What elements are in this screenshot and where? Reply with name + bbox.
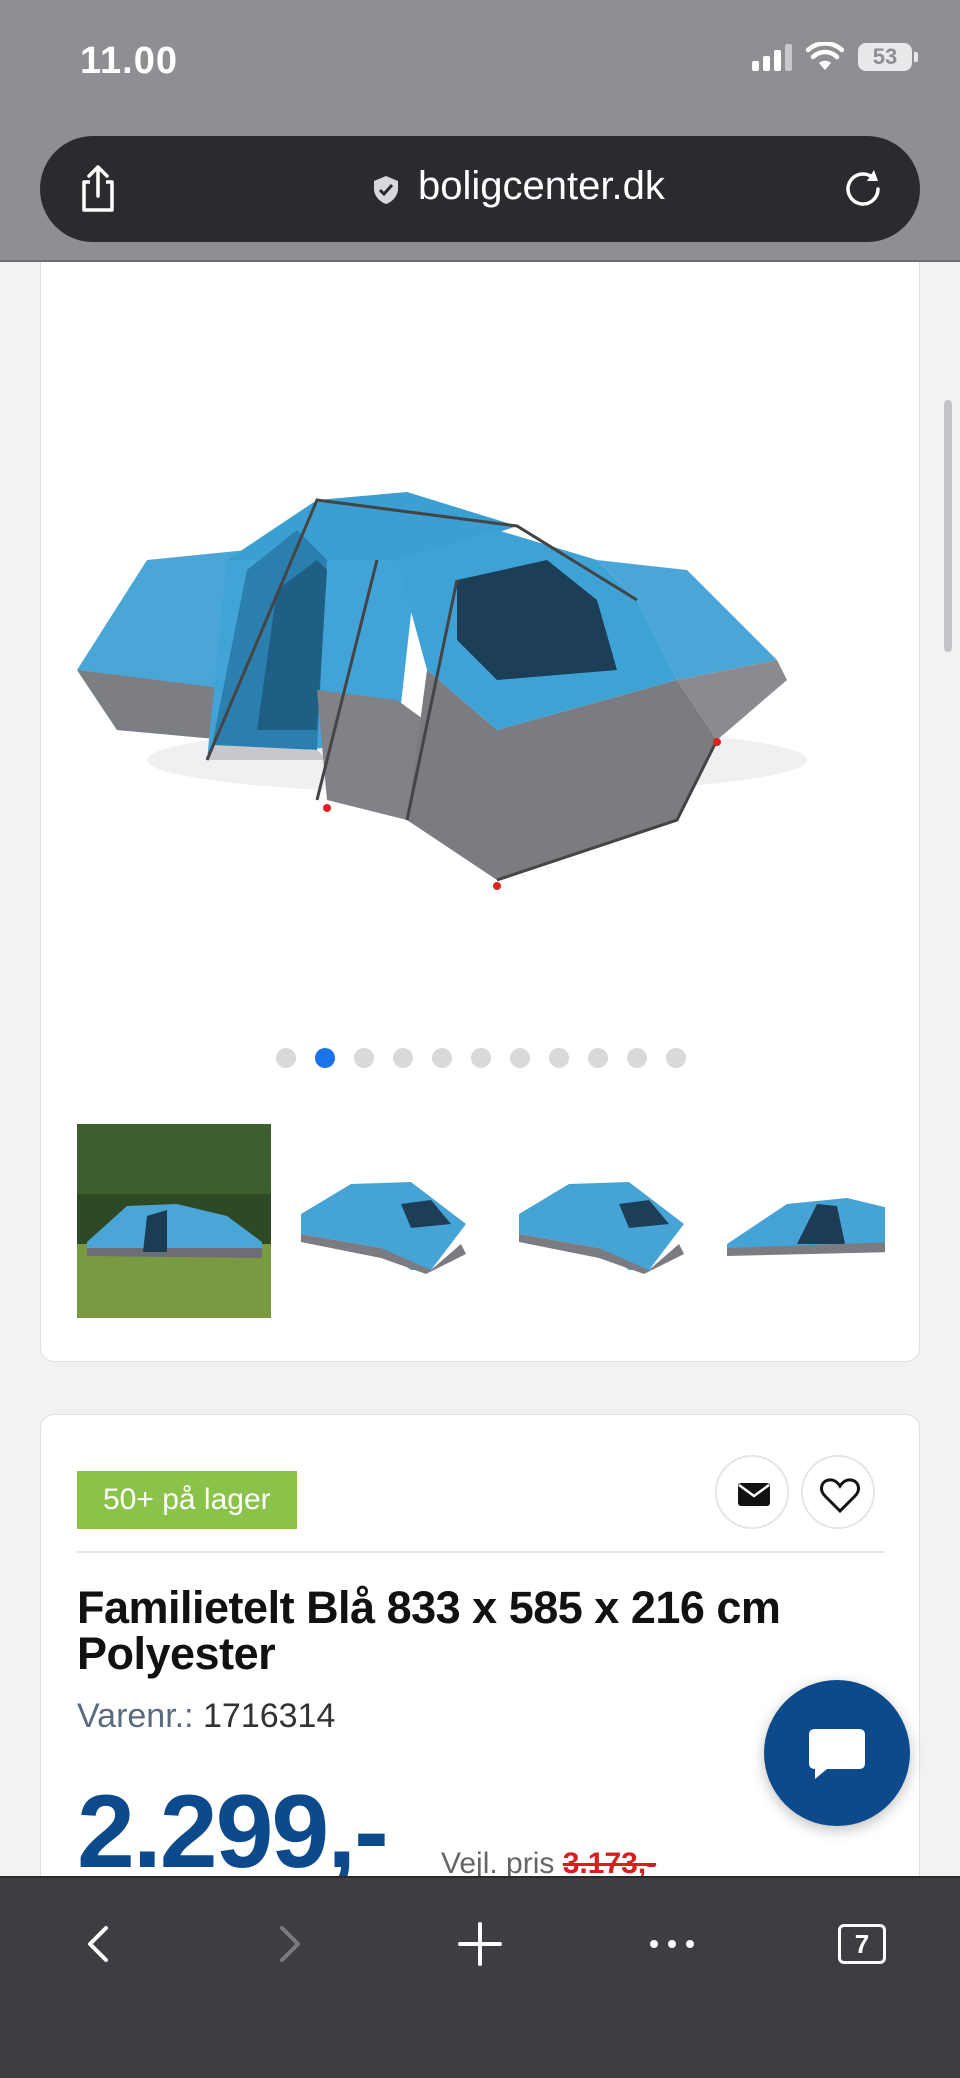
stock-badge: 50+ på lager [77,1471,297,1529]
status-time: 11.00 [80,40,178,82]
wifi-icon [806,42,844,70]
scrollbar[interactable] [944,400,952,652]
thumbnail-strip [77,1124,885,1320]
pagination-dot[interactable] [315,1048,335,1068]
thumbnail-3[interactable] [509,1124,703,1318]
thumbnail-4[interactable] [727,1124,885,1318]
new-tab-button[interactable] [448,1912,512,1976]
forward-button[interactable] [258,1912,322,1976]
mail-icon [738,1483,770,1506]
main-product-image[interactable] [77,260,885,1020]
shield-icon [374,176,398,204]
pagination-dot[interactable] [432,1048,452,1068]
pagination-dot[interactable] [276,1048,296,1068]
more-icon [650,1940,694,1948]
pagination-dot[interactable] [549,1048,569,1068]
url-text[interactable]: boligcenter.dk [418,164,665,209]
wishlist-button[interactable] [801,1455,875,1529]
pagination-dot[interactable] [666,1048,686,1068]
pagination-dot[interactable] [588,1048,608,1068]
pagination-dot[interactable] [471,1048,491,1068]
browser-top-bar: 11.00 53 boligcenter.dk [0,0,960,262]
tabs-button[interactable]: 7 [830,1912,894,1976]
heart-icon [820,1478,860,1514]
plus-icon [458,1922,502,1966]
email-button[interactable] [715,1455,789,1529]
reload-icon[interactable] [840,166,886,212]
chat-icon [809,1729,865,1779]
browser-bottom-toolbar: 7 [0,1876,960,2078]
product-title: Familietelt Blå 833 x 585 x 216 cm Polye… [77,1582,781,1679]
share-icon[interactable] [74,164,122,214]
thumbnail-2[interactable] [291,1124,485,1318]
address-bar[interactable]: boligcenter.dk [40,136,920,242]
back-button[interactable] [66,1912,130,1976]
product-price: 2.299,- [77,1774,389,1890]
tabs-icon: 7 [838,1924,886,1964]
pagination-dot[interactable] [510,1048,530,1068]
forward-icon [280,1926,300,1962]
image-pagination-dots[interactable] [41,1048,921,1068]
more-button[interactable] [640,1912,704,1976]
sku-label: Varenr.: [77,1697,194,1735]
thumbnail-1[interactable] [77,1124,271,1318]
battery-indicator: 53 [858,43,918,71]
cellular-signal-icon [752,43,792,71]
status-icons: 53 [752,42,918,72]
back-icon [88,1926,108,1962]
pagination-dot[interactable] [393,1048,413,1068]
divider [77,1551,885,1553]
pagination-dot[interactable] [354,1048,374,1068]
page: 50+ på lager Familietelt Blå 833 x 585 x… [0,0,960,2078]
sku-line: Varenr.: 1716314 [77,1697,335,1736]
product-gallery [40,200,920,1362]
sku-value: 1716314 [203,1697,336,1735]
chat-button[interactable] [764,1680,910,1826]
pagination-dot[interactable] [627,1048,647,1068]
